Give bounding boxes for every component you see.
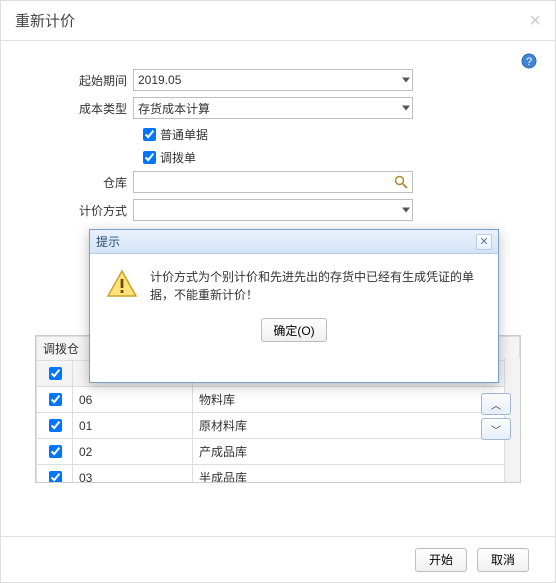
warehouse-lookup[interactable] <box>133 171 413 193</box>
cost-type-value: 存货成本计算 <box>138 100 210 117</box>
row-code: 01 <box>73 413 193 439</box>
row-name: 半成品库 <box>193 465 520 484</box>
row-checkbox[interactable] <box>49 393 62 406</box>
valuation-combo[interactable] <box>133 199 413 221</box>
close-icon[interactable]: × <box>529 11 541 31</box>
row-checkbox[interactable] <box>49 419 62 432</box>
select-all-checkbox[interactable] <box>49 367 62 380</box>
start-date-combo[interactable]: 2019.05 <box>133 69 413 91</box>
transfer-doc-checkbox[interactable] <box>143 151 156 164</box>
row-name: 产成品库 <box>193 439 520 465</box>
table-row[interactable]: 02产成品库 <box>37 439 520 465</box>
dialog-footer: 开始 取消 <box>1 536 555 582</box>
alert-ok-button[interactable]: 确定(O) <box>261 318 327 342</box>
cost-type-label: 成本类型 <box>41 100 133 117</box>
move-up-button[interactable]: ︿ <box>481 393 511 415</box>
alert-message: 计价方式为个别计价和先进先出的存货中已经有生成凭证的单据，不能重新计价！ <box>150 268 482 304</box>
alert-dialog: 提示 ✕ 计价方式为个别计价和先进先出的存货中已经有生成凭证的单据，不能重新计价… <box>89 229 499 383</box>
svg-text:?: ? <box>526 56 532 68</box>
start-date-value: 2019.05 <box>138 73 181 87</box>
alert-close-icon[interactable]: ✕ <box>476 234 492 250</box>
row-name: 原材料库 <box>193 413 520 439</box>
valuation-label: 计价方式 <box>41 202 133 219</box>
row-checkbox[interactable] <box>49 445 62 458</box>
help-icon[interactable]: ? <box>521 53 537 69</box>
row-code: 06 <box>73 387 193 413</box>
reorder-buttons: ︿ ﹀ <box>481 393 511 440</box>
chevron-down-icon <box>402 78 410 83</box>
recalc-price-dialog: 重新计价 × ? 起始期间 2019.05 成本类型 存货成本计算 普通单据 <box>0 0 556 583</box>
row-code: 03 <box>73 465 193 484</box>
alert-title: 提示 <box>96 233 120 250</box>
start-date-label: 起始期间 <box>41 72 133 89</box>
dialog-header: 重新计价 × <box>1 1 555 41</box>
row-name: 物料库 <box>193 387 520 413</box>
table-row[interactable]: 01原材料库 <box>37 413 520 439</box>
cost-type-combo[interactable]: 存货成本计算 <box>133 97 413 119</box>
start-button[interactable]: 开始 <box>415 548 467 572</box>
move-down-button[interactable]: ﹀ <box>481 418 511 440</box>
chevron-down-icon <box>402 106 410 111</box>
warehouse-label: 仓库 <box>41 174 133 191</box>
dialog-title: 重新计价 <box>15 10 75 31</box>
row-checkbox[interactable] <box>49 471 62 483</box>
chevron-down-icon <box>402 208 410 213</box>
normal-doc-label: 普通单据 <box>160 126 208 143</box>
alert-header: 提示 ✕ <box>90 230 498 254</box>
transfer-doc-label: 调拨单 <box>160 149 196 166</box>
warning-icon <box>106 268 138 304</box>
row-code: 02 <box>73 439 193 465</box>
normal-doc-checkbox[interactable] <box>143 128 156 141</box>
table-row[interactable]: 06物料库 <box>37 387 520 413</box>
cancel-button[interactable]: 取消 <box>477 548 529 572</box>
alert-body: 计价方式为个别计价和先进先出的存货中已经有生成凭证的单据，不能重新计价！ <box>90 254 498 304</box>
search-icon[interactable] <box>393 174 409 193</box>
table-row[interactable]: 03半成品库 <box>37 465 520 484</box>
